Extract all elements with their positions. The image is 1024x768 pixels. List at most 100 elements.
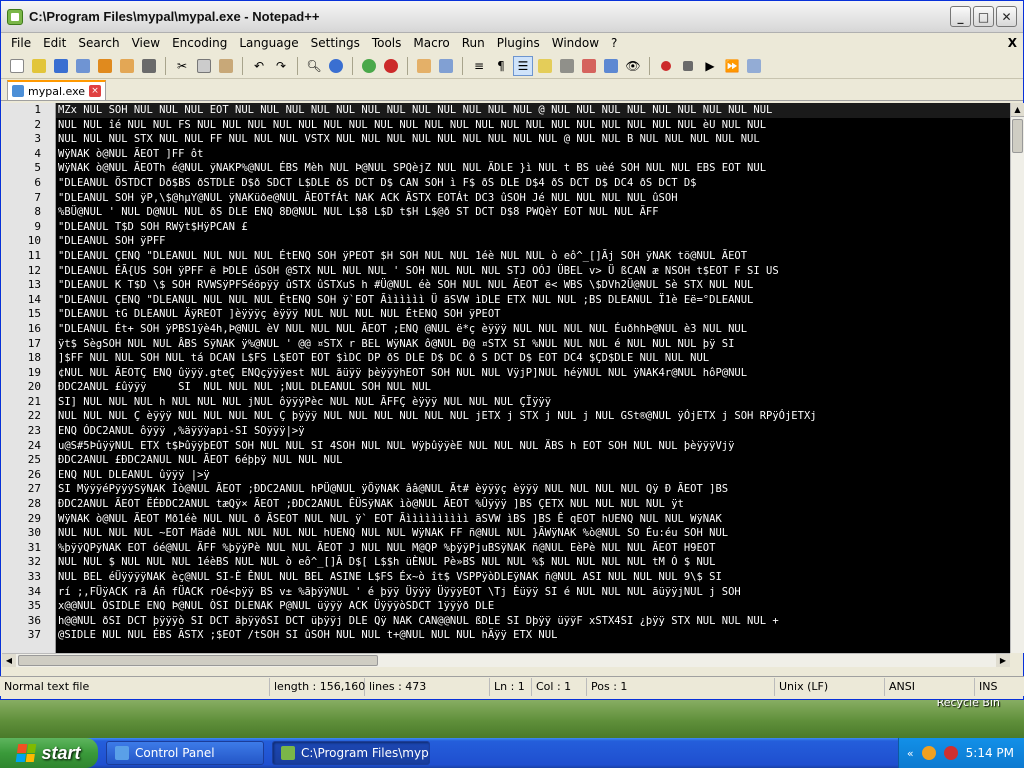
close-document-button[interactable]: X xyxy=(1008,36,1023,50)
vertical-scroll-thumb[interactable] xyxy=(1012,119,1023,153)
code-line[interactable]: h@@NUL ðSI DCT þÿÿÿò SI DCT ãþÿÿðSI DCT … xyxy=(56,614,1010,629)
status-encoding[interactable]: ANSI xyxy=(885,677,975,696)
code-line[interactable]: "DLEANUL tG DLEANUL ÄÿREOT ]èÿÿÿç èÿÿÿ N… xyxy=(56,307,1010,322)
cut-icon[interactable]: ✂ xyxy=(172,56,192,76)
view-icon[interactable]: 👁︎ xyxy=(623,56,643,76)
show-all-chars-icon[interactable]: ¶ xyxy=(491,56,511,76)
code-line[interactable]: NUL BEL éÜÿÿÿÿNAK èç@NUL SI-È ÊNUL NUL B… xyxy=(56,570,1010,585)
code-line[interactable]: %þÿÿQPÿNAK EOT óé@NUL ÃFF %þÿÿPè NUL NUL… xyxy=(56,541,1010,556)
code-line[interactable]: x@@NUL ÒSIDLE ENQ Þ@NUL ÒSI DLENAK P@NUL… xyxy=(56,599,1010,614)
menu-language[interactable]: Language xyxy=(233,36,304,50)
find-icon[interactable]: 🔍︎ xyxy=(304,56,324,76)
code-line[interactable]: rí ;,FÜÿACK rã Áñ fÜACK rOé<þÿÿ BS v± %ã… xyxy=(56,585,1010,600)
code-line[interactable]: SI MÿÿÿéPÿÿÿSÿNAK Ìò@NUL ÃEOT ;ÐDC2ANUL … xyxy=(56,482,1010,497)
code-line[interactable]: MZx NUL SOH NUL NUL NUL EOT NUL NUL NUL … xyxy=(56,103,1010,118)
code-line[interactable]: ENQ ÓDC2ANUL ôÿÿÿ ,%äÿÿÿapi-SI SOÿÿÿ|>ÿ xyxy=(56,424,1010,439)
taskbar-item-notepadpp[interactable]: C:\Program Files\myp... xyxy=(272,741,430,765)
code-line[interactable]: "DLEANUL ÇENQ "DLEANUL NUL NUL NUL ÉtENQ… xyxy=(56,293,1010,308)
horizontal-scroll-thumb[interactable] xyxy=(18,655,378,666)
status-eol[interactable]: Unix (LF) xyxy=(775,677,885,696)
clock[interactable]: 5:14 PM xyxy=(966,746,1014,760)
menu-settings[interactable]: Settings xyxy=(305,36,366,50)
menu-run[interactable]: Run xyxy=(456,36,491,50)
code-line[interactable]: "DLEANUL SOH ÿPFF xyxy=(56,234,1010,249)
start-button[interactable]: start xyxy=(0,738,98,768)
menu-plugins[interactable]: Plugins xyxy=(491,36,546,50)
code-line[interactable]: ]$FF NUL NUL SOH NUL tá DCAN L$FS L$EOT … xyxy=(56,351,1010,366)
horizontal-scrollbar[interactable]: ◀ ▶ xyxy=(2,653,1010,667)
close-all-icon[interactable] xyxy=(117,56,137,76)
stop-record-icon[interactable] xyxy=(678,56,698,76)
code-line[interactable]: NUL NUL NUL STX NUL NUL FF NUL NUL NUL V… xyxy=(56,132,1010,147)
function-list-icon[interactable] xyxy=(557,56,577,76)
record-macro-icon[interactable] xyxy=(656,56,676,76)
scroll-left-icon[interactable]: ◀ xyxy=(2,654,16,667)
code-line[interactable]: "DLEANUL SOH ÿP,\$@hµY@NUL ÿNAKüðe@NUL Ã… xyxy=(56,191,1010,206)
paste-icon[interactable] xyxy=(216,56,236,76)
editor-area[interactable]: 1 2 3 4 5 6 7 8 9 10 11 12 13 14 15 16 17 18 19 20 21 22 23 24 2… xyxy=(2,103,1010,653)
menu-file[interactable]: File xyxy=(5,36,37,50)
indent-guide-icon[interactable]: ☰ xyxy=(513,55,533,76)
vertical-scrollbar[interactable]: ▲ xyxy=(1010,103,1024,653)
menu-view[interactable]: View xyxy=(126,36,166,50)
taskbar-item-control-panel[interactable]: Control Panel xyxy=(106,741,264,765)
code-line[interactable]: WÿNAK ò@NUL ÃEOT ]FF ôt xyxy=(56,147,1010,162)
code-view[interactable]: MZx NUL SOH NUL NUL NUL EOT NUL NUL NUL … xyxy=(56,103,1010,653)
code-line[interactable]: %BÜ@NUL ' NUL D@NUL NUL ðS DLE ENQ 8Ð@NU… xyxy=(56,205,1010,220)
open-file-icon[interactable] xyxy=(29,56,49,76)
menu-search[interactable]: Search xyxy=(72,36,125,50)
code-line[interactable]: ¢NUL NUL ÃEOTÇ ENQ ûÿÿÿ.gteÇ ENQçÿÿÿest … xyxy=(56,366,1010,381)
redo-icon[interactable]: ↷ xyxy=(271,56,291,76)
code-line[interactable]: SI] NUL NUL NUL h NUL NUL NUL jNUL ôÿÿÿP… xyxy=(56,395,1010,410)
code-line[interactable]: "DLEANUL ÉÃ{US SOH ÿPFF ë ÞDLE ûSOH @STX… xyxy=(56,264,1010,279)
code-line[interactable]: "DLEANUL Ét+ SOH ÿPBS1ÿè4h,Þ@NUL èV NUL … xyxy=(56,322,1010,337)
security-tray-icon[interactable] xyxy=(943,746,958,760)
scroll-right-icon[interactable]: ▶ xyxy=(996,654,1010,667)
copy-icon[interactable] xyxy=(194,56,214,76)
code-line[interactable]: WÿNAK ò@NUL ÃEOTh é@NUL ÿNAKP%@NUL ÉBS M… xyxy=(56,161,1010,176)
code-line[interactable]: "DLEANUL K T$D \$ SOH RVWSÿPFSéöpÿÿ ûSTX… xyxy=(56,278,1010,293)
code-line[interactable]: @SIDLE NUL NUL ÉBS ÃSTX ;$EOT /tSOH SI û… xyxy=(56,628,1010,643)
close-icon[interactable] xyxy=(95,56,115,76)
zoom-in-icon[interactable] xyxy=(359,56,379,76)
code-line[interactable]: NUL NUL NUL Ç èÿÿÿ NUL NUL NUL NUL Ç þÿÿ… xyxy=(56,409,1010,424)
code-line[interactable]: NUL NUL NUL NUL ~EOT Mädê NUL NUL NUL NU… xyxy=(56,526,1010,541)
save-icon[interactable] xyxy=(51,56,71,76)
play-macro-icon[interactable]: ▶ xyxy=(700,56,720,76)
new-file-icon[interactable] xyxy=(7,56,27,76)
zoom-out-icon[interactable] xyxy=(381,56,401,76)
replace-icon[interactable] xyxy=(326,56,346,76)
menu-macro[interactable]: Macro xyxy=(407,36,455,50)
code-line[interactable]: ÐDC2ANUL £ÐDC2ANUL NUL ÃEOT 6éþþÿ NUL NU… xyxy=(56,453,1010,468)
code-line[interactable]: "DLEANUL ÇENQ "DLEANUL NUL NUL NUL ÉtENQ… xyxy=(56,249,1010,264)
menu-window[interactable]: Window xyxy=(546,36,605,50)
save-macro-icon[interactable] xyxy=(744,56,764,76)
status-ins[interactable]: INS xyxy=(975,678,1024,696)
code-line[interactable]: "DLEANUL T$D SOH RWÿt$HÿPCAN £ xyxy=(56,220,1010,235)
maximize-button[interactable]: □ xyxy=(973,6,994,27)
tab-mypal-exe[interactable]: mypal.exe × xyxy=(7,80,107,100)
save-all-icon[interactable] xyxy=(73,56,93,76)
sync-vertical-icon[interactable] xyxy=(414,56,434,76)
code-line[interactable]: ÐDC2ANUL £ûÿÿÿ SI NUL NUL NUL ;NUL DLEAN… xyxy=(56,380,1010,395)
code-line[interactable]: ÿt$ SègSOH NUL NUL ÂBS SÿNAK ÿ%@NUL ' @@… xyxy=(56,337,1010,352)
tab-close-icon[interactable]: × xyxy=(89,85,102,97)
print-icon[interactable] xyxy=(139,56,159,76)
run-macro-multiple-icon[interactable]: ⏩ xyxy=(722,56,742,76)
doc-map-icon[interactable] xyxy=(535,56,555,76)
menu-edit[interactable]: Edit xyxy=(37,36,72,50)
code-line[interactable]: ÐDC2ANUL ÃEOT ËÉÐDC2ANUL tæQÿ× ÃEOT ;ÐDC… xyxy=(56,497,1010,512)
code-line[interactable]: NUL NUL $ NUL NUL NUL 1éèBS NUL NUL ò eô… xyxy=(56,555,1010,570)
word-wrap-icon[interactable]: ≡ xyxy=(469,56,489,76)
folder-workspace-icon[interactable] xyxy=(579,56,599,76)
minimize-button[interactable]: _ xyxy=(950,6,971,27)
menu-help[interactable]: ? xyxy=(605,36,623,50)
undo-icon[interactable]: ↶ xyxy=(249,56,269,76)
code-line[interactable]: WÿNAK ò@NUL ÃEOT Mð1éè NUL NUL ð ÃSEOT N… xyxy=(56,512,1010,527)
show-hidden-icons-icon[interactable]: « xyxy=(907,747,914,760)
code-line[interactable]: NUL NUL îé NUL NUL FS NUL NUL NUL NUL NU… xyxy=(56,118,1010,133)
menu-tools[interactable]: Tools xyxy=(366,36,408,50)
search-tray-icon[interactable] xyxy=(921,746,936,760)
code-line[interactable]: "DLEANUL ÕSTDCT Dð$BS ðSTDLE D$ð SDCT L$… xyxy=(56,176,1010,191)
close-button[interactable]: ✕ xyxy=(996,6,1017,27)
